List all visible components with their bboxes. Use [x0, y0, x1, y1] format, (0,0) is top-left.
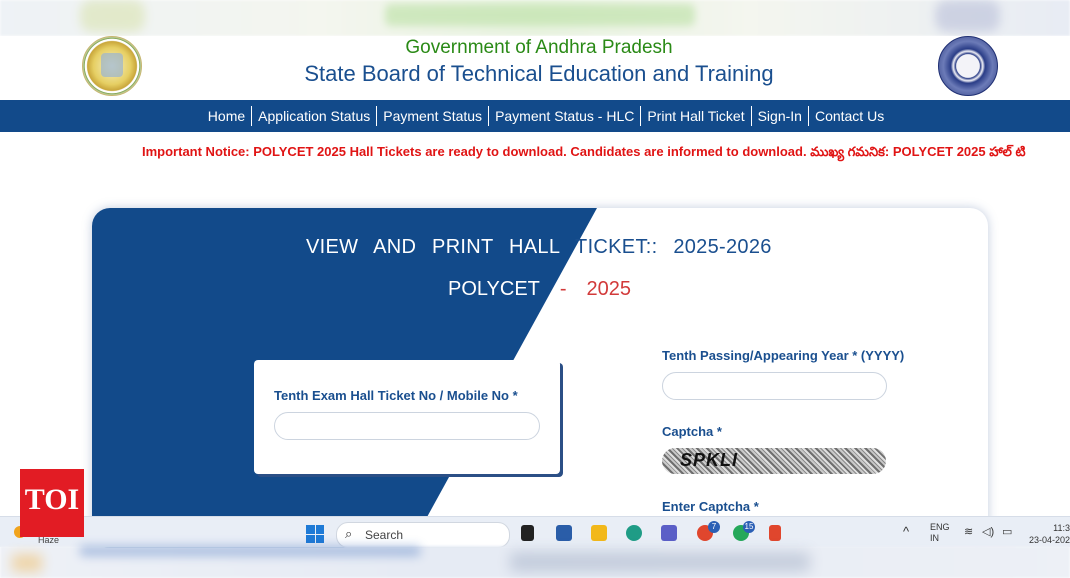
tray-chevron-up-icon[interactable]: ^ [903, 524, 909, 539]
captcha-image: SPKLI [662, 448, 886, 474]
nav-item-contact-us[interactable]: Contact Us [807, 106, 890, 126]
form-subtitle-exam: POLYCET [448, 278, 540, 300]
language-line2: IN [930, 533, 939, 543]
hall-ticket-input[interactable] [274, 412, 540, 440]
windows-taskbar: Haze ⌕ Search 7 15 ^ ENG IN ≋ ◁) ▭ 11:3 … [0, 516, 1070, 548]
chrome-badge: 7 [708, 521, 720, 533]
form-title-part2: TICKET:: [575, 236, 658, 258]
task-view-icon[interactable] [521, 525, 534, 541]
battery-icon[interactable]: ▭ [1002, 525, 1012, 538]
hall-ticket-label: Tenth Exam Hall Ticket No / Mobile No * [274, 388, 518, 403]
captcha-label: Captcha * [662, 424, 722, 439]
form-title-year: 2025-2026 [673, 236, 772, 258]
form-subtitle-year: 2025 [586, 278, 632, 300]
volume-icon[interactable]: ◁) [982, 525, 994, 538]
taskbar-search-placeholder: Search [365, 528, 404, 542]
captcha-text: SPKLI [680, 450, 739, 470]
bottom-blur-strip [0, 546, 1070, 578]
nav-item-payment-status-hlc[interactable]: Payment Status - HLC [488, 106, 640, 126]
gov-title: Government of Andhra Pradesh [405, 37, 673, 58]
form-subtitle: POLYCET -2025 [448, 278, 631, 301]
nav-item-payment-status[interactable]: Payment Status [376, 106, 488, 126]
language-indicator[interactable]: ENG IN [930, 522, 950, 544]
search-icon: ⌕ [345, 526, 353, 541]
windows-start-icon[interactable] [306, 525, 324, 543]
main-nav: Home Application Status Payment Status P… [0, 100, 1070, 132]
board-title: State Board of Technical Education and T… [304, 61, 774, 86]
important-notice-marquee: Important Notice: POLYCET 2025 Hall Tick… [142, 144, 1026, 159]
system-clock[interactable]: 11:3 23-04-202 [1026, 522, 1070, 546]
nav-item-print-hall-ticket[interactable]: Print Hall Ticket [640, 106, 750, 126]
clock-date: 23-04-202 [1028, 535, 1070, 545]
nav-item-home[interactable]: Home [202, 106, 251, 126]
enter-captcha-label: Enter Captcha * [662, 499, 759, 514]
form-title: VIEW AND PRINT HALL TICKET:: 2025-2026 [306, 236, 772, 259]
nav-item-sign-in[interactable]: Sign-In [750, 106, 808, 126]
toi-watermark-logo: TOI [20, 469, 84, 537]
hall-ticket-card: VIEW AND PRINT HALL TICKET:: 2025-2026 P… [92, 208, 988, 548]
hall-ticket-input-card: Tenth Exam Hall Ticket No / Mobile No * [254, 360, 560, 474]
sbtet-seal-logo [938, 36, 998, 96]
nav-item-application-status[interactable]: Application Status [251, 106, 376, 126]
top-blur-strip [0, 0, 1070, 36]
taskbar-search-box[interactable]: ⌕ Search [336, 522, 510, 548]
passing-year-input[interactable] [662, 372, 887, 400]
form-title-part1: VIEW AND PRINT HALL [306, 236, 560, 258]
passing-year-label: Tenth Passing/Appearing Year * (YYYY) [662, 348, 905, 363]
snipping-tool-icon[interactable] [769, 525, 781, 541]
store-icon[interactable] [556, 525, 572, 541]
wifi-icon[interactable]: ≋ [964, 525, 973, 538]
clock-time: 11:3 [1053, 523, 1070, 533]
language-line1: ENG [930, 522, 950, 532]
form-subtitle-dash: - [559, 278, 567, 300]
edge-icon[interactable] [626, 525, 642, 541]
teams-icon[interactable] [661, 525, 677, 541]
whatsapp-badge: 15 [743, 521, 755, 533]
file-explorer-icon[interactable] [591, 525, 607, 541]
